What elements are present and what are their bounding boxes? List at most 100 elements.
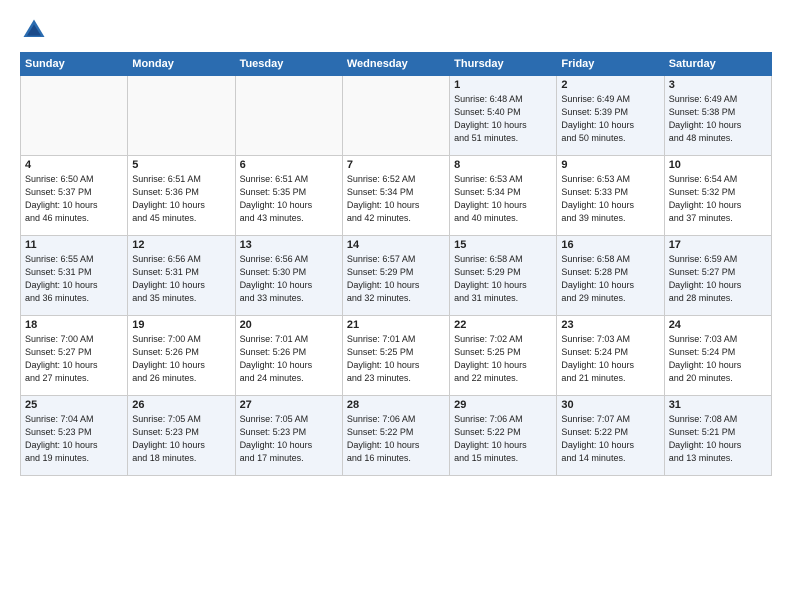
calendar-row: 11 Sunrise: 6:55 AM Sunset: 5:31 PM Dayli… <box>21 236 772 316</box>
day-number: 19 <box>132 319 230 331</box>
calendar-row: 4 Sunrise: 6:50 AM Sunset: 5:37 PM Daylig… <box>21 156 772 236</box>
calendar-body: 1Sunrise: 6:48 AM Sunset: 5:40 PM Daylig… <box>21 76 772 476</box>
day-content: Sunrise: 7:05 AM Sunset: 5:23 PM Dayligh… <box>132 413 230 465</box>
day-content: Sunrise: 6:55 AM Sunset: 5:31 PM Dayligh… <box>25 253 123 305</box>
day-number: 4 <box>25 159 123 171</box>
calendar-cell <box>21 76 128 156</box>
calendar-cell: 15Sunrise: 6:58 AM Sunset: 5:29 PM Dayli… <box>450 236 557 316</box>
day-content: Sunrise: 6:56 AM Sunset: 5:31 PM Dayligh… <box>132 253 230 305</box>
calendar-cell: 29 Sunrise: 7:06 AM Sunset: 5:22 PM Dayli… <box>450 396 557 476</box>
day-content: Sunrise: 7:05 AM Sunset: 5:23 PM Dayligh… <box>240 413 338 465</box>
calendar-cell: 2 Sunrise: 6:49 AM Sunset: 5:39 PM Daylig… <box>557 76 664 156</box>
calendar-cell: 19Sunrise: 7:00 AM Sunset: 5:26 PM Dayli… <box>128 316 235 396</box>
day-number: 30 <box>561 399 659 411</box>
calendar-row: 18Sunrise: 7:00 AM Sunset: 5:27 PM Dayli… <box>21 316 772 396</box>
day-content: Sunrise: 7:06 AM Sunset: 5:22 PM Dayligh… <box>347 413 445 465</box>
calendar-cell: 22 Sunrise: 7:02 AM Sunset: 5:25 PM Dayli… <box>450 316 557 396</box>
day-content: Sunrise: 6:58 AM Sunset: 5:28 PM Dayligh… <box>561 253 659 305</box>
calendar-row: 1Sunrise: 6:48 AM Sunset: 5:40 PM Daylig… <box>21 76 772 156</box>
day-content: Sunrise: 6:48 AM Sunset: 5:40 PM Dayligh… <box>454 93 552 145</box>
day-number: 11 <box>25 239 123 251</box>
day-number: 12 <box>132 239 230 251</box>
header <box>20 16 772 44</box>
calendar-cell: 5Sunrise: 6:51 AM Sunset: 5:36 PM Daylig… <box>128 156 235 236</box>
calendar-cell <box>128 76 235 156</box>
calendar-cell: 11 Sunrise: 6:55 AM Sunset: 5:31 PM Dayli… <box>21 236 128 316</box>
calendar-table: SundayMondayTuesdayWednesdayThursdayFrid… <box>20 52 772 476</box>
day-number: 3 <box>669 79 767 91</box>
weekday-saturday: Saturday <box>664 53 771 76</box>
calendar-cell: 31 Sunrise: 7:08 AM Sunset: 5:21 PM Dayli… <box>664 396 771 476</box>
day-number: 26 <box>132 399 230 411</box>
day-number: 22 <box>454 319 552 331</box>
day-content: Sunrise: 7:03 AM Sunset: 5:24 PM Dayligh… <box>669 333 767 385</box>
calendar-cell <box>235 76 342 156</box>
day-content: Sunrise: 7:01 AM Sunset: 5:25 PM Dayligh… <box>347 333 445 385</box>
day-content: Sunrise: 6:49 AM Sunset: 5:38 PM Dayligh… <box>669 93 767 145</box>
weekday-sunday: Sunday <box>21 53 128 76</box>
calendar-cell: 25 Sunrise: 7:04 AM Sunset: 5:23 PM Dayli… <box>21 396 128 476</box>
calendar-cell: 4 Sunrise: 6:50 AM Sunset: 5:37 PM Daylig… <box>21 156 128 236</box>
calendar-row: 25 Sunrise: 7:04 AM Sunset: 5:23 PM Dayli… <box>21 396 772 476</box>
day-content: Sunrise: 6:53 AM Sunset: 5:34 PM Dayligh… <box>454 173 552 225</box>
day-number: 23 <box>561 319 659 331</box>
weekday-row: SundayMondayTuesdayWednesdayThursdayFrid… <box>21 53 772 76</box>
calendar-cell: 18Sunrise: 7:00 AM Sunset: 5:27 PM Dayli… <box>21 316 128 396</box>
day-content: Sunrise: 7:02 AM Sunset: 5:25 PM Dayligh… <box>454 333 552 385</box>
day-number: 2 <box>561 79 659 91</box>
day-content: Sunrise: 6:56 AM Sunset: 5:30 PM Dayligh… <box>240 253 338 305</box>
calendar-cell: 14 Sunrise: 6:57 AM Sunset: 5:29 PM Dayli… <box>342 236 449 316</box>
weekday-thursday: Thursday <box>450 53 557 76</box>
calendar-cell: 8 Sunrise: 6:53 AM Sunset: 5:34 PM Daylig… <box>450 156 557 236</box>
weekday-friday: Friday <box>557 53 664 76</box>
day-number: 24 <box>669 319 767 331</box>
calendar-cell: 28 Sunrise: 7:06 AM Sunset: 5:22 PM Dayli… <box>342 396 449 476</box>
day-number: 17 <box>669 239 767 251</box>
day-number: 14 <box>347 239 445 251</box>
day-number: 10 <box>669 159 767 171</box>
day-number: 5 <box>132 159 230 171</box>
day-content: Sunrise: 6:54 AM Sunset: 5:32 PM Dayligh… <box>669 173 767 225</box>
day-number: 29 <box>454 399 552 411</box>
day-content: Sunrise: 7:00 AM Sunset: 5:27 PM Dayligh… <box>25 333 123 385</box>
day-number: 7 <box>347 159 445 171</box>
calendar-cell: 21Sunrise: 7:01 AM Sunset: 5:25 PM Dayli… <box>342 316 449 396</box>
day-content: Sunrise: 6:59 AM Sunset: 5:27 PM Dayligh… <box>669 253 767 305</box>
calendar-cell: 3 Sunrise: 6:49 AM Sunset: 5:38 PM Daylig… <box>664 76 771 156</box>
day-content: Sunrise: 6:57 AM Sunset: 5:29 PM Dayligh… <box>347 253 445 305</box>
day-content: Sunrise: 6:51 AM Sunset: 5:35 PM Dayligh… <box>240 173 338 225</box>
day-number: 25 <box>25 399 123 411</box>
day-content: Sunrise: 6:53 AM Sunset: 5:33 PM Dayligh… <box>561 173 659 225</box>
day-number: 13 <box>240 239 338 251</box>
calendar-cell: 26 Sunrise: 7:05 AM Sunset: 5:23 PM Dayli… <box>128 396 235 476</box>
day-number: 9 <box>561 159 659 171</box>
calendar-cell: 6Sunrise: 6:51 AM Sunset: 5:35 PM Daylig… <box>235 156 342 236</box>
calendar-cell: 23Sunrise: 7:03 AM Sunset: 5:24 PM Dayli… <box>557 316 664 396</box>
logo-icon <box>20 16 48 44</box>
day-content: Sunrise: 6:52 AM Sunset: 5:34 PM Dayligh… <box>347 173 445 225</box>
calendar-cell: 9 Sunrise: 6:53 AM Sunset: 5:33 PM Daylig… <box>557 156 664 236</box>
calendar-cell: 1Sunrise: 6:48 AM Sunset: 5:40 PM Daylig… <box>450 76 557 156</box>
day-content: Sunrise: 6:49 AM Sunset: 5:39 PM Dayligh… <box>561 93 659 145</box>
weekday-monday: Monday <box>128 53 235 76</box>
day-number: 20 <box>240 319 338 331</box>
calendar-cell: 12 Sunrise: 6:56 AM Sunset: 5:31 PM Dayli… <box>128 236 235 316</box>
calendar-cell: 27 Sunrise: 7:05 AM Sunset: 5:23 PM Dayli… <box>235 396 342 476</box>
day-number: 8 <box>454 159 552 171</box>
calendar-cell: 10 Sunrise: 6:54 AM Sunset: 5:32 PM Dayli… <box>664 156 771 236</box>
day-number: 28 <box>347 399 445 411</box>
day-content: Sunrise: 7:06 AM Sunset: 5:22 PM Dayligh… <box>454 413 552 465</box>
calendar-cell: 30 Sunrise: 7:07 AM Sunset: 5:22 PM Dayli… <box>557 396 664 476</box>
day-content: Sunrise: 7:07 AM Sunset: 5:22 PM Dayligh… <box>561 413 659 465</box>
day-number: 15 <box>454 239 552 251</box>
day-number: 16 <box>561 239 659 251</box>
day-number: 27 <box>240 399 338 411</box>
weekday-wednesday: Wednesday <box>342 53 449 76</box>
day-content: Sunrise: 7:08 AM Sunset: 5:21 PM Dayligh… <box>669 413 767 465</box>
calendar-header: SundayMondayTuesdayWednesdayThursdayFrid… <box>21 53 772 76</box>
calendar-cell: 24 Sunrise: 7:03 AM Sunset: 5:24 PM Dayli… <box>664 316 771 396</box>
day-content: Sunrise: 7:04 AM Sunset: 5:23 PM Dayligh… <box>25 413 123 465</box>
day-content: Sunrise: 6:50 AM Sunset: 5:37 PM Dayligh… <box>25 173 123 225</box>
page: SundayMondayTuesdayWednesdayThursdayFrid… <box>0 0 792 612</box>
day-number: 31 <box>669 399 767 411</box>
